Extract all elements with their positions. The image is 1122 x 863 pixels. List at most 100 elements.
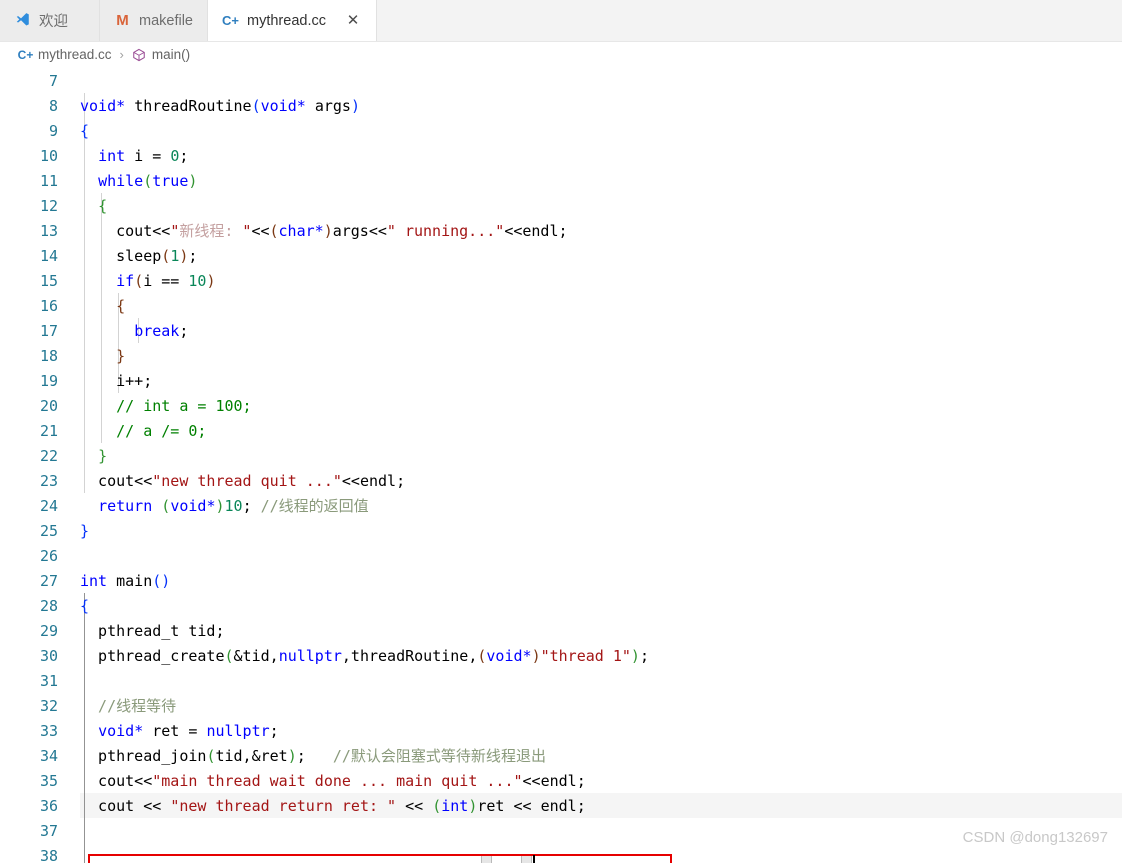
code-token: 10 <box>188 272 206 290</box>
line-number: 32 <box>0 697 58 715</box>
code-text[interactable]: } <box>80 447 107 465</box>
code-line[interactable]: 28{ <box>0 593 1122 618</box>
code-text[interactable]: pthread_join(tid,&ret); //默认会阻塞式等待新线程退出 <box>80 745 546 766</box>
code-text[interactable]: pthread_create(&tid,nullptr,threadRoutin… <box>80 647 649 665</box>
code-text[interactable]: cout<<"新线程: "<<(char*)args<<" running...… <box>80 220 568 241</box>
breadcrumb-item-symbol[interactable]: main() <box>132 47 190 62</box>
code-line[interactable]: 25} <box>0 518 1122 543</box>
code-line[interactable]: 19 i++; <box>0 368 1122 393</box>
bracket-match-highlight <box>481 855 492 863</box>
code-token <box>80 497 98 515</box>
code-text[interactable]: } <box>80 347 125 365</box>
code-token: "main thread wait done ... main quit ...… <box>152 772 522 790</box>
code-line[interactable]: 7 <box>0 68 1122 93</box>
code-token: ; <box>243 497 261 515</box>
code-text[interactable]: sleep(1); <box>80 247 197 265</box>
code-line[interactable]: 22 } <box>0 443 1122 468</box>
code-line[interactable]: 31 <box>0 668 1122 693</box>
code-text[interactable]: } <box>80 522 89 540</box>
code-token: &tid, <box>234 647 279 665</box>
code-text[interactable]: int i = 0; <box>80 147 188 165</box>
code-token: tid,&ret <box>215 747 287 765</box>
code-token: pthread_join <box>80 747 206 765</box>
code-token: ( <box>270 222 279 240</box>
code-line[interactable]: 32 //线程等待 <box>0 693 1122 718</box>
code-token: i = <box>125 147 170 165</box>
code-token: { <box>80 122 89 140</box>
code-text[interactable]: { <box>80 297 125 315</box>
code-line[interactable]: 37 <box>0 818 1122 843</box>
code-line[interactable]: 36 cout << "new thread return ret: " << … <box>0 793 1122 818</box>
code-text[interactable]: i++; <box>80 372 152 390</box>
code-line[interactable]: 13 cout<<"新线程: "<<(char*)args<<" running… <box>0 218 1122 243</box>
code-token: ; <box>270 722 279 740</box>
code-token <box>80 197 98 215</box>
code-line[interactable]: 29 pthread_t tid; <box>0 618 1122 643</box>
code-token: i == <box>143 272 188 290</box>
code-text[interactable]: return (void*)10; //线程的返回值 <box>80 495 369 516</box>
code-line[interactable]: 33 void* ret = nullptr; <box>0 718 1122 743</box>
code-line[interactable]: 9{ <box>0 118 1122 143</box>
code-token: ) <box>532 647 541 665</box>
code-token: i++; <box>80 372 152 390</box>
code-line[interactable]: 38 <box>0 843 1122 863</box>
code-token: ) <box>215 497 224 515</box>
close-icon[interactable]: ✕ <box>344 12 362 30</box>
code-line[interactable]: 34 pthread_join(tid,&ret); //默认会阻塞式等待新线程… <box>0 743 1122 768</box>
code-text[interactable]: cout<<"new thread quit ..."<<endl; <box>80 472 405 490</box>
code-line[interactable]: 30 pthread_create(&tid,nullptr,threadRou… <box>0 643 1122 668</box>
code-line[interactable]: 16 { <box>0 293 1122 318</box>
code-token: // a /= 0; <box>80 422 206 440</box>
code-line[interactable]: 27int main() <box>0 568 1122 593</box>
code-line[interactable]: 10 int i = 0; <box>0 143 1122 168</box>
code-text[interactable]: int main() <box>80 572 170 590</box>
code-text[interactable]: // a /= 0; <box>80 422 206 440</box>
code-text[interactable]: break; <box>80 322 188 340</box>
line-number: 36 <box>0 797 58 815</box>
breadcrumb-item-file[interactable]: C+ mythread.cc <box>18 47 112 62</box>
code-line[interactable]: 20 // int a = 100; <box>0 393 1122 418</box>
tab-mythread-cc[interactable]: C+ mythread.cc ✕ <box>208 0 377 41</box>
code-line[interactable]: 17 break; <box>0 318 1122 343</box>
tab-label: 欢迎 <box>39 10 68 31</box>
tab-welcome[interactable]: 欢迎 <box>0 0 100 41</box>
code-line[interactable]: 12 { <box>0 193 1122 218</box>
code-line[interactable]: 8void* threadRoutine(void* args) <box>0 93 1122 118</box>
code-text[interactable]: { <box>80 597 89 615</box>
code-token: char <box>279 222 315 240</box>
code-token: cout << <box>80 797 170 815</box>
code-text[interactable]: void* threadRoutine(void* args) <box>80 97 360 115</box>
code-line[interactable]: 15 if(i == 10) <box>0 268 1122 293</box>
code-text[interactable]: { <box>80 122 89 140</box>
code-text[interactable]: while(true) <box>80 172 197 190</box>
code-token: * <box>134 722 152 740</box>
code-line[interactable]: 26 <box>0 543 1122 568</box>
code-text[interactable]: pthread_t tid; <box>80 622 225 640</box>
code-line[interactable]: 21 // a /= 0; <box>0 418 1122 443</box>
code-token: sleep <box>80 247 161 265</box>
code-token: int <box>98 147 125 165</box>
code-line[interactable]: 18 } <box>0 343 1122 368</box>
tab-makefile[interactable]: M makefile <box>100 0 208 41</box>
code-line[interactable]: 14 sleep(1); <box>0 243 1122 268</box>
code-token <box>152 497 161 515</box>
code-text[interactable]: cout << "new thread return ret: " << (in… <box>80 797 586 815</box>
code-text[interactable]: //线程等待 <box>80 695 176 716</box>
code-text[interactable]: void* ret = nullptr; <box>80 722 279 740</box>
code-text[interactable]: cout<<"main thread wait done ... main qu… <box>80 772 586 790</box>
code-lines-container[interactable]: 78void* threadRoutine(void* args)9{10 in… <box>0 68 1122 863</box>
code-line[interactable]: 11 while(true) <box>0 168 1122 193</box>
breadcrumb-file-label: mythread.cc <box>38 47 112 62</box>
code-line[interactable]: 24 return (void*)10; //线程的返回值 <box>0 493 1122 518</box>
code-line[interactable]: 35 cout<<"main thread wait done ... main… <box>0 768 1122 793</box>
code-token: " <box>170 222 179 240</box>
line-number: 11 <box>0 172 58 190</box>
code-text[interactable]: if(i == 10) <box>80 272 215 290</box>
code-text[interactable]: // int a = 100; <box>80 397 252 415</box>
code-token: * <box>297 97 315 115</box>
code-editor[interactable]: 78void* threadRoutine(void* args)9{10 in… <box>0 68 1122 863</box>
code-text[interactable]: { <box>80 197 107 215</box>
line-number: 38 <box>0 847 58 863</box>
code-token: } <box>80 522 89 540</box>
code-line[interactable]: 23 cout<<"new thread quit ..."<<endl; <box>0 468 1122 493</box>
